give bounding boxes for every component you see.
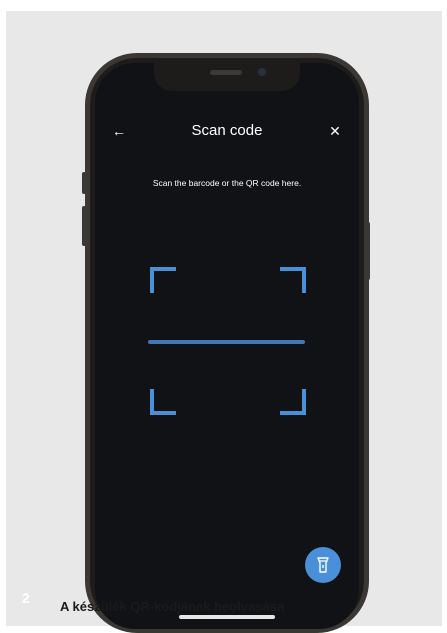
phone-screen: ← Scan code ✕ Scan the barcode or the QR… xyxy=(95,63,359,629)
scan-frame-corner-bottom-right xyxy=(280,389,306,415)
volume-up-button xyxy=(82,172,86,194)
flashlight-button[interactable] xyxy=(305,547,341,583)
arrow-left-icon[interactable]: ← xyxy=(109,121,129,141)
scan-frame-corner-top-left xyxy=(150,267,176,293)
camera-icon xyxy=(258,68,266,76)
step-number: 2 xyxy=(22,590,30,606)
notch xyxy=(154,63,300,91)
volume-down-button xyxy=(82,206,86,246)
app-header: ← Scan code ✕ xyxy=(95,119,359,149)
close-icon[interactable]: ✕ xyxy=(325,121,345,141)
power-button xyxy=(366,222,370,280)
flashlight-icon xyxy=(317,557,329,573)
step-caption: A készülék QR-kódjának beolvasása xyxy=(60,599,285,614)
scan-line xyxy=(148,340,305,344)
speaker-grille xyxy=(210,70,242,75)
scan-frame-corner-bottom-left xyxy=(150,389,176,415)
scan-instruction: Scan the barcode or the QR code here. xyxy=(152,178,302,188)
scan-frame-corner-top-right xyxy=(280,267,306,293)
page-title: Scan code xyxy=(191,122,263,139)
